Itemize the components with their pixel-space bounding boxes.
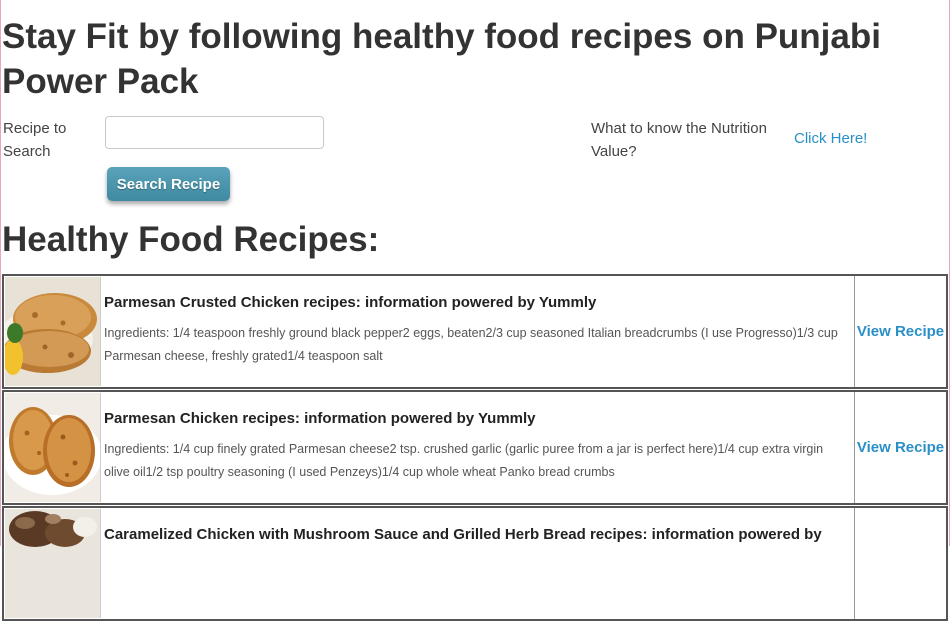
page-left-border xyxy=(0,0,1,546)
breaded-chicken-image xyxy=(5,393,100,502)
nutrition-click-here-link[interactable]: Click Here! xyxy=(794,130,867,147)
recipe-action-cell: View Recipe xyxy=(855,392,946,503)
view-recipe-link[interactable]: View Recipe xyxy=(857,439,944,456)
search-recipe-button[interactable]: Search Recipe xyxy=(107,167,230,201)
recipe-title: Caramelized Chicken with Mushroom Sauce … xyxy=(104,526,822,543)
recipe-thumbnail[interactable] xyxy=(5,509,101,618)
search-input[interactable] xyxy=(105,116,324,149)
recipe-row: Parmesan Chicken recipes: information po… xyxy=(2,390,948,505)
mushroom-chicken-image xyxy=(5,509,100,618)
section-title: Healthy Food Recipes: xyxy=(2,220,380,259)
recipe-ingredients: Ingredients: 1/4 teaspoon freshly ground… xyxy=(104,326,838,363)
recipe-action-cell xyxy=(855,508,946,619)
recipe-row: Caramelized Chicken with Mushroom Sauce … xyxy=(2,506,948,621)
recipe-ingredients: Ingredients: 1/4 cup finely grated Parme… xyxy=(104,442,824,479)
recipe-thumbnail[interactable] xyxy=(5,393,101,502)
recipe-thumbnail[interactable] xyxy=(5,277,101,386)
recipe-title: Parmesan Crusted Chicken recipes: inform… xyxy=(104,294,597,311)
view-recipe-link[interactable]: View Recipe xyxy=(857,323,944,340)
recipe-title: Parmesan Chicken recipes: information po… xyxy=(104,410,536,427)
recipe-row: Parmesan Crusted Chicken recipes: inform… xyxy=(2,274,948,389)
nutrition-prompt: What to know the Nutrition Value? xyxy=(591,120,767,160)
recipe-action-cell: View Recipe xyxy=(855,276,946,387)
search-label: Recipe to Search xyxy=(3,120,67,160)
recipe-info: Parmesan Chicken recipes: information po… xyxy=(102,392,855,503)
recipe-table: Parmesan Crusted Chicken recipes: inform… xyxy=(2,274,948,622)
page-title: Stay Fit by following healthy food recip… xyxy=(2,17,881,101)
recipe-info: Caramelized Chicken with Mushroom Sauce … xyxy=(102,508,855,619)
chicken-cutlet-image xyxy=(5,277,100,386)
recipe-info: Parmesan Crusted Chicken recipes: inform… xyxy=(102,276,855,387)
